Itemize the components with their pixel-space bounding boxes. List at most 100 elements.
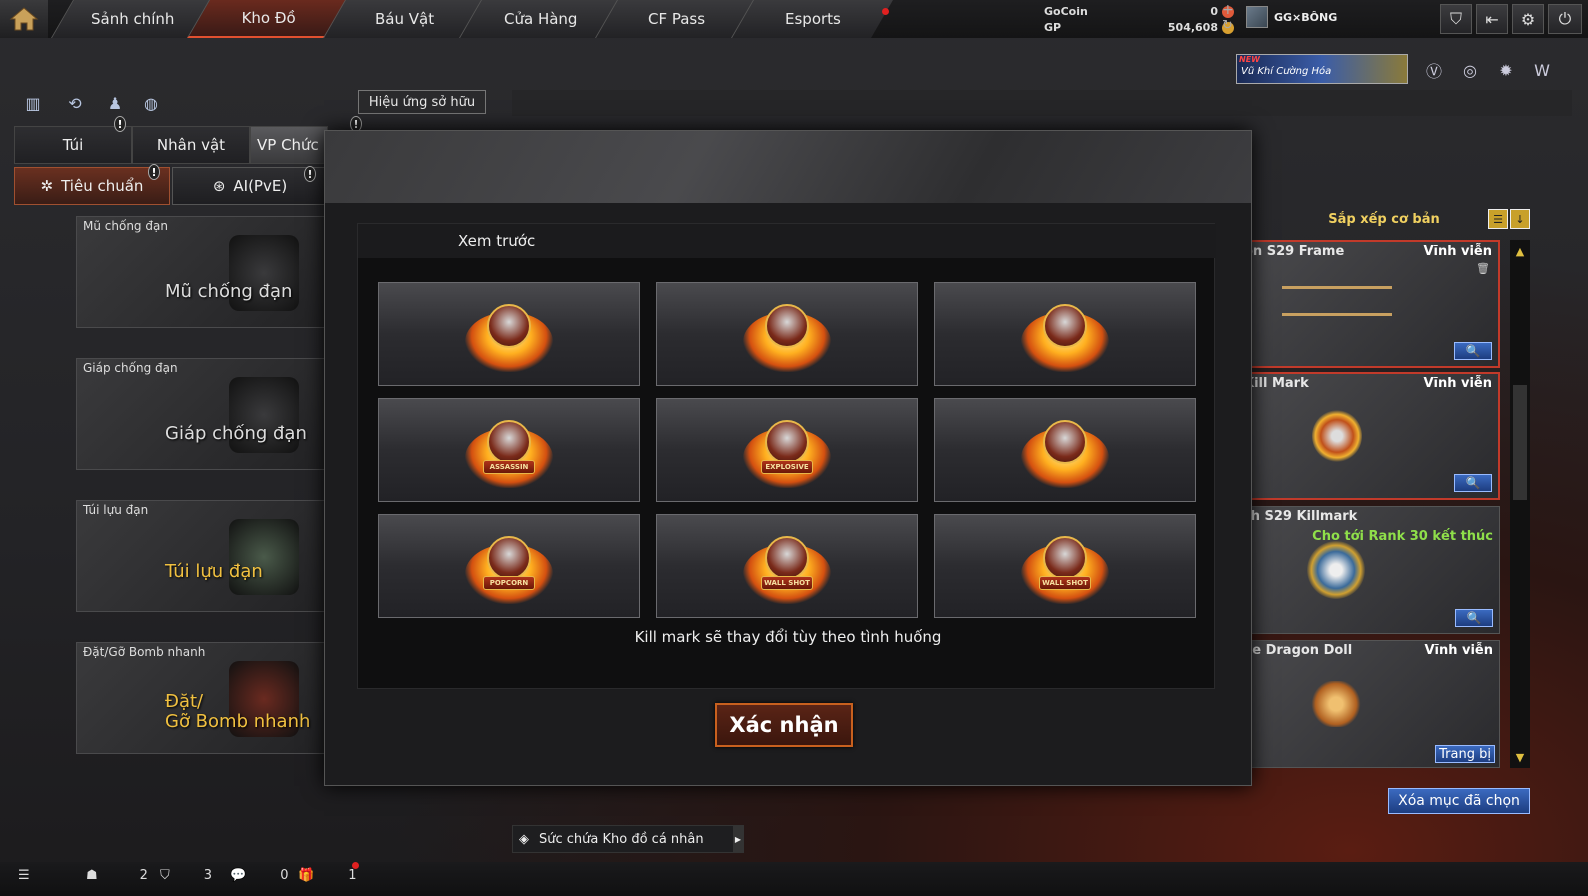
- emblem-core: [1043, 536, 1087, 580]
- nav-tab-cf-pass[interactable]: CF Pass: [595, 0, 757, 38]
- star-icon: ✲: [40, 177, 54, 195]
- owned-effect-button[interactable]: Hiệu ứng sở hữu: [358, 90, 486, 114]
- messages-counter[interactable]: 💬 0: [230, 868, 288, 883]
- killmark-tile: WALL SHOT: [656, 514, 918, 618]
- scroll-down-icon[interactable]: ▼: [1511, 748, 1529, 766]
- new-tag: NEW: [1239, 55, 1260, 64]
- w-logo-icon[interactable]: W: [1528, 56, 1556, 84]
- scroll-up-icon[interactable]: ▲: [1511, 242, 1529, 260]
- equip-button[interactable]: Trang bị: [1435, 745, 1495, 763]
- currency-panel: GoCoin 0 GP 504,608: [1044, 3, 1234, 35]
- emblem-ribbon: POPCORN: [483, 576, 535, 590]
- tab-function-items[interactable]: VP Chức: [250, 126, 328, 164]
- trash-icon[interactable]: 🗑: [1476, 262, 1490, 275]
- item-card[interactable]: Kill Mark Vĩnh viễn 🔍: [1240, 372, 1500, 500]
- shield-icon[interactable]: ⛉: [1440, 4, 1472, 34]
- alert-badge: !: [114, 116, 126, 132]
- killmark-tile: [378, 282, 640, 386]
- globe-icon[interactable]: ◎: [1456, 56, 1484, 84]
- preview-button[interactable]: 🔍: [1455, 609, 1493, 627]
- slot-quick-bomb[interactable]: Đặt/Gỡ Bomb nhanh Đặt/ Gỡ Bomb nhanh: [76, 642, 330, 754]
- chat-icon: 💬: [230, 868, 247, 883]
- grenade-bag-image: [229, 519, 299, 595]
- mouse-icon[interactable]: ◍: [138, 90, 164, 116]
- dragon-doll-image: [1311, 681, 1361, 727]
- scrollbar[interactable]: [1510, 240, 1530, 768]
- nav-tab-lobby[interactable]: Sảnh chính: [51, 0, 213, 38]
- slot-helmet[interactable]: Mũ chống đạn Mũ chống đạn: [76, 216, 330, 328]
- slot-armor[interactable]: Giáp chống đạn Giáp chống đạn: [76, 358, 330, 470]
- killmark-tile: [656, 282, 918, 386]
- gp-value: 504,608: [1167, 20, 1218, 34]
- gocoin-value: 0: [1210, 4, 1218, 18]
- username: GG×BÔNG: [1274, 10, 1338, 24]
- emblem-ribbon: WALL SHOT: [761, 576, 813, 590]
- killmark-tile: EXPLOSIVE: [656, 398, 918, 502]
- dialog-header: [325, 131, 1251, 203]
- nav-tab-shop[interactable]: Cửa Hàng: [459, 0, 621, 38]
- clan-counter[interactable]: ⛉ 3: [160, 868, 212, 883]
- gp-label: GP: [1044, 20, 1062, 34]
- killmark-emblem-icon: WALL SHOT: [1015, 522, 1115, 610]
- killmark-note: Kill mark sẽ thay đổi tùy theo tình huốn…: [634, 628, 942, 646]
- scroll-thumb[interactable]: [1513, 385, 1527, 500]
- avatar: [1246, 6, 1268, 28]
- user-profile[interactable]: GG×BÔNG: [1246, 6, 1337, 28]
- event-v-icon[interactable]: Ⓥ: [1420, 56, 1448, 84]
- character-icon[interactable]: ♟: [102, 90, 128, 116]
- gift-icon: 🎁: [298, 868, 315, 883]
- exit-room-icon[interactable]: ⇤: [1476, 4, 1508, 34]
- emblem-core: [487, 304, 531, 348]
- sort-order-icon[interactable]: ↓: [1510, 209, 1530, 229]
- killmark-emblem-icon: [459, 290, 559, 378]
- killmark-emblem-icon: [737, 290, 837, 378]
- menu-icon[interactable]: ☰: [18, 868, 30, 883]
- slot-grenade-bag[interactable]: Túi lựu đạn Túi lựu đạn: [76, 500, 330, 612]
- preview-button[interactable]: 🔍: [1454, 342, 1492, 360]
- killmark-tile: [934, 398, 1196, 502]
- storage-capacity[interactable]: ◈ Sức chứa Kho đồ cá nhân ▶: [512, 825, 744, 853]
- nav-tab-esports[interactable]: Esports: [731, 0, 893, 38]
- ranking-icon[interactable]: ▥: [20, 90, 46, 116]
- killmark-emblem-icon: [1015, 406, 1115, 494]
- killmark-image: [1312, 410, 1362, 462]
- chevron-right-icon[interactable]: ▶: [733, 825, 743, 853]
- layers-icon: ◈: [519, 831, 529, 847]
- nav-tab-treasure[interactable]: Báu Vật: [323, 0, 485, 38]
- emblem-ribbon: EXPLOSIVE: [761, 460, 813, 474]
- history-icon[interactable]: ⟲: [62, 90, 88, 116]
- nav-tab-inventory[interactable]: Kho Đồ: [187, 0, 349, 38]
- item-card[interactable]: on S29 Frame Vĩnh viễn 🗑 🔍: [1240, 240, 1500, 368]
- friends-counter[interactable]: ☗ 2: [86, 868, 148, 883]
- tab-bag[interactable]: Túi: [14, 126, 132, 164]
- sort-selector[interactable]: Sắp xếp cơ bản: [1240, 208, 1528, 230]
- killmark-tile: ASSASSIN: [378, 398, 640, 502]
- delete-selected-button[interactable]: Xóa mục đã chọn: [1388, 788, 1530, 814]
- power-icon[interactable]: ⏻: [1548, 4, 1582, 34]
- item-card[interactable]: ne Dragon Doll Vĩnh viễn Trang bị: [1240, 640, 1500, 768]
- add-currency-icon[interactable]: +: [1222, 2, 1234, 18]
- tab-character[interactable]: Nhân vật: [132, 126, 250, 164]
- killmark-emblem-icon: EXPLOSIVE: [737, 406, 837, 494]
- list-view-icon[interactable]: ☰: [1488, 209, 1508, 229]
- emblem-core: [487, 536, 531, 580]
- ai-icon: ⊛: [212, 177, 226, 195]
- item-card[interactable]: ch S29 Killmark Cho tới Rank 30 kết thúc…: [1240, 506, 1500, 634]
- gift-counter[interactable]: 🎁 1: [298, 868, 356, 883]
- gocoin-label: GoCoin: [1044, 4, 1088, 18]
- target-icon[interactable]: ✹: [1492, 56, 1520, 84]
- subtab-standard[interactable]: ✲ Tiêu chuẩn: [14, 167, 170, 205]
- emblem-core: [765, 536, 809, 580]
- preview-button[interactable]: 🔍: [1454, 474, 1492, 492]
- killmark-emblem-icon: [1015, 290, 1115, 378]
- killmark-preview-dialog: Xem trước ASSASSIN EXPLOSIVE POPCORN WALL S…: [324, 130, 1252, 786]
- weapon-upgrade-banner[interactable]: NEW Vũ Khí Cường Hóa: [1236, 54, 1408, 84]
- preview-title: Xem trước: [358, 224, 1216, 258]
- refresh-icon[interactable]: ↻: [1222, 18, 1233, 33]
- gear-icon[interactable]: ⚙: [1512, 4, 1544, 34]
- s29-killmark-image: [1307, 541, 1365, 599]
- confirm-button[interactable]: Xác nhận: [715, 703, 853, 747]
- emblem-core: [487, 420, 531, 464]
- inventory-screen: Sảnh chính Kho Đồ Báu Vật Cửa Hàng CF Pa…: [0, 0, 1588, 896]
- home-button[interactable]: [0, 0, 48, 38]
